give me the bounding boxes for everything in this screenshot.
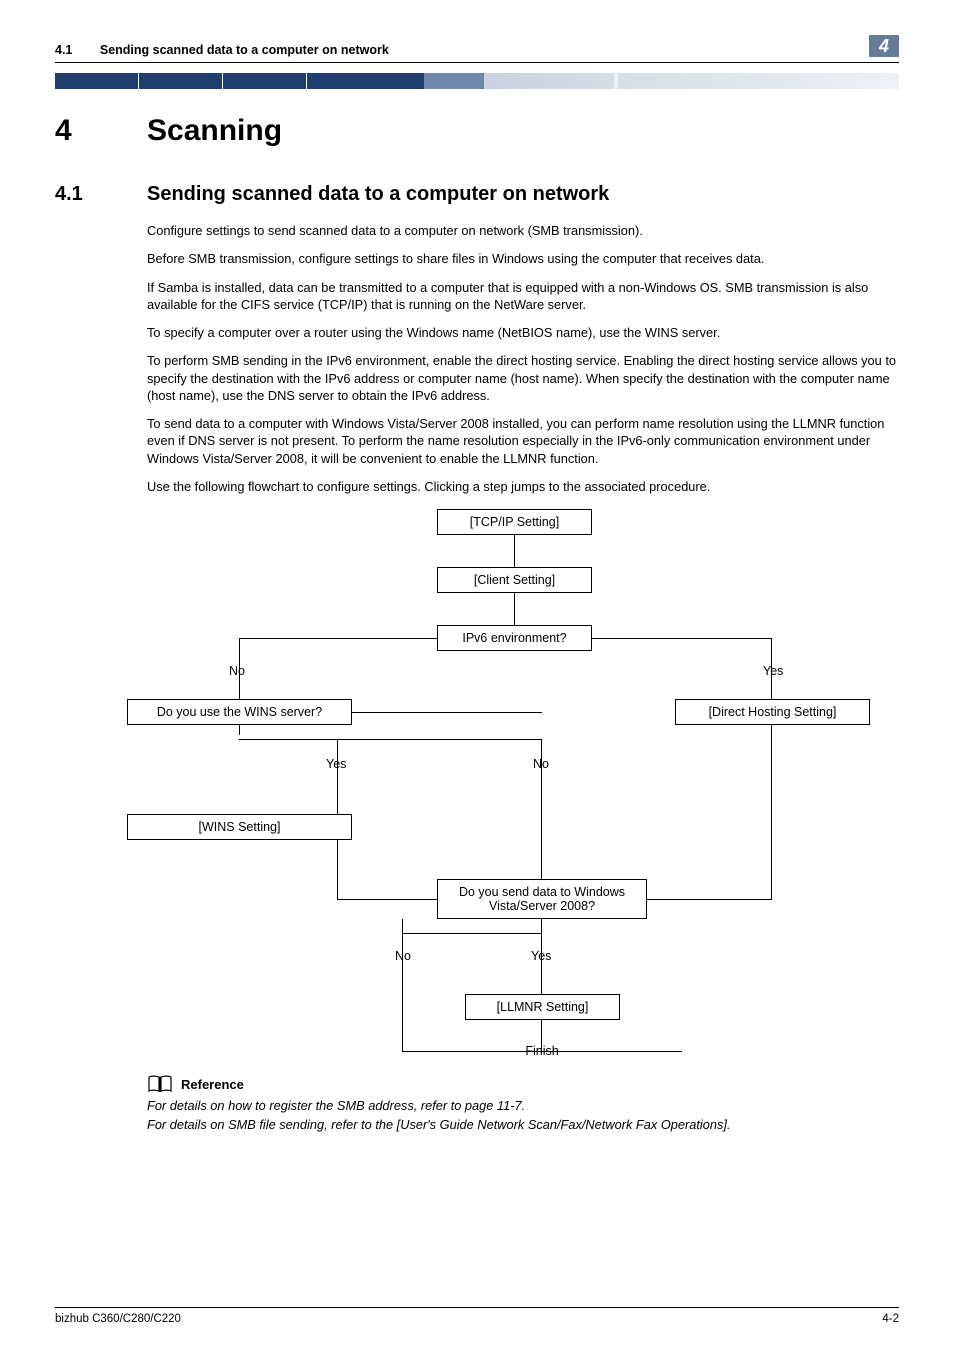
section-heading: 4.1 Sending scanned data to a computer o… [55, 183, 899, 206]
book-icon [147, 1074, 173, 1094]
paragraph: Configure settings to send scanned data … [147, 222, 899, 239]
chapter-title: Scanning [147, 114, 282, 148]
flowchart-decision-ipv6: IPv6 environment? [437, 625, 592, 651]
chapter-num: 4 [55, 114, 147, 148]
reference-heading-row: Reference [147, 1074, 899, 1094]
paragraph: If Samba is installed, data can be trans… [147, 279, 899, 314]
flowchart-step-tcpip[interactable]: [TCP/IP Setting] [437, 509, 592, 535]
reference-text: For details on how to register the SMB a… [147, 1098, 899, 1113]
flowchart-decision-vista: Do you send data to Windows Vista/Server… [437, 879, 647, 919]
page-footer: bizhub C360/C280/C220 4-2 [55, 1307, 899, 1325]
header-section-num: 4.1 [55, 43, 72, 57]
header-section-title: Sending scanned data to a computer on ne… [100, 43, 389, 57]
paragraph: To perform SMB sending in the IPv6 envir… [147, 352, 899, 404]
paragraph: Use the following flowchart to configure… [147, 478, 899, 495]
flowchart-label-no: No [229, 664, 245, 678]
footer-model: bizhub C360/C280/C220 [55, 1313, 181, 1325]
footer-page-num: 4-2 [882, 1313, 899, 1325]
section-num: 4.1 [55, 183, 147, 206]
paragraph: To send data to a computer with Windows … [147, 415, 899, 467]
running-header-left: 4.1 Sending scanned data to a computer o… [55, 43, 389, 57]
header-corner-badge: 4 [869, 35, 899, 57]
chapter-heading: 4 Scanning [55, 114, 899, 148]
running-header: 4.1 Sending scanned data to a computer o… [55, 35, 899, 63]
flowchart: [TCP/IP Setting] [Client Setting] IPv6 e… [127, 509, 887, 1064]
flowchart-step-wins[interactable]: [WINS Setting] [127, 814, 352, 840]
reference-heading: Reference [181, 1077, 244, 1092]
flowchart-decision-wins: Do you use the WINS server? [127, 699, 352, 725]
paragraph: Before SMB transmission, configure setti… [147, 250, 899, 267]
flowchart-step-llmnr[interactable]: [LLMNR Setting] [465, 994, 620, 1020]
section-title: Sending scanned data to a computer on ne… [147, 183, 609, 206]
flowchart-step-client[interactable]: [Client Setting] [437, 567, 592, 593]
flowchart-label-yes: Yes [763, 664, 783, 678]
body-text-block: Configure settings to send scanned data … [147, 222, 899, 1132]
flowchart-step-direct[interactable]: [Direct Hosting Setting] [675, 699, 870, 725]
decorative-stripe [55, 73, 899, 89]
reference-text: For details on SMB file sending, refer t… [147, 1117, 899, 1132]
paragraph: To specify a computer over a router usin… [147, 324, 899, 341]
